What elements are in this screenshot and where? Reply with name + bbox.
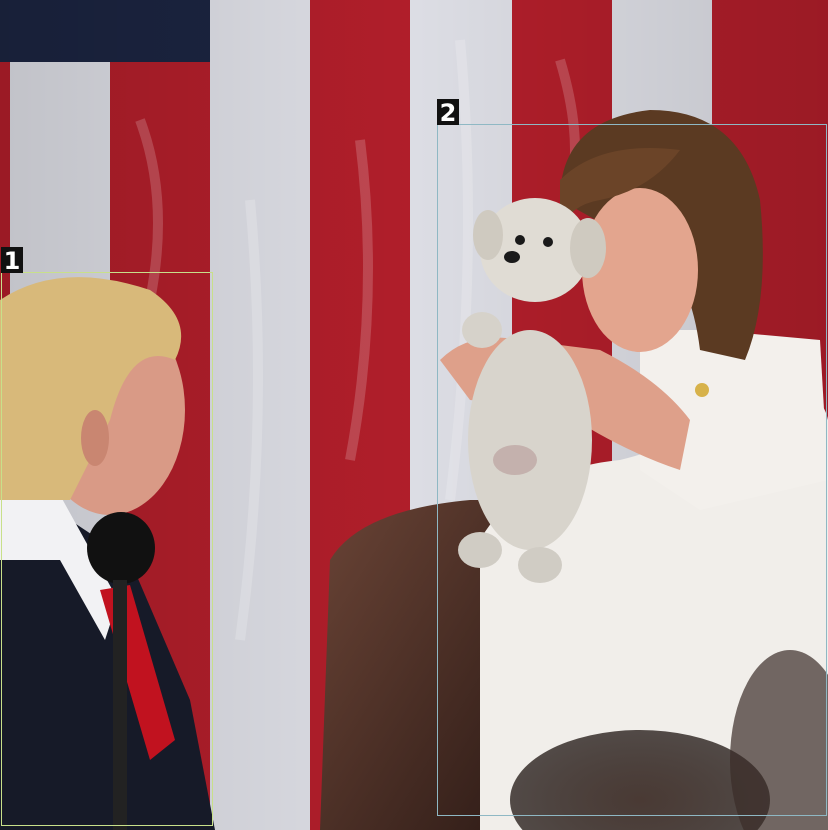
annotation-box-2: 2 bbox=[437, 99, 827, 816]
annotation-label-2: 2 bbox=[437, 99, 459, 127]
annotation-box-1: 1 bbox=[1, 247, 213, 826]
photo-scene: 1 2 bbox=[0, 0, 828, 830]
annotation-label-1: 1 bbox=[1, 247, 23, 275]
